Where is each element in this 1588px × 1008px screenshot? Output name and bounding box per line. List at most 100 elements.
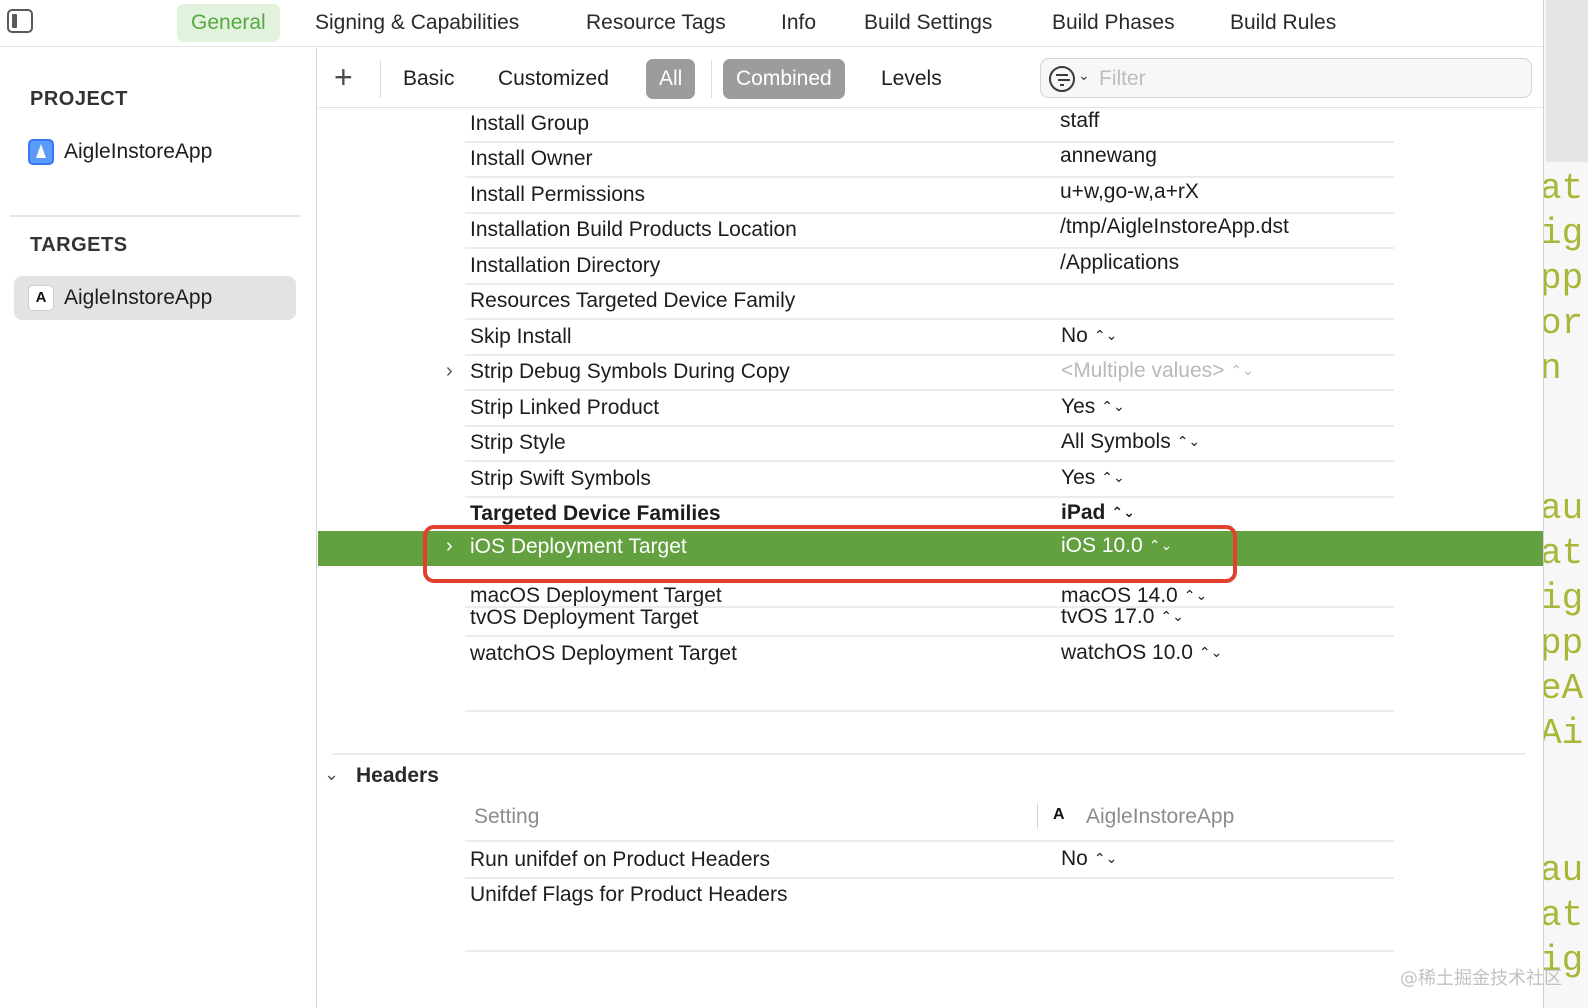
sidebar-divider (10, 215, 301, 217)
tab-info[interactable]: Info (781, 4, 816, 42)
code-fragment: or (1543, 303, 1584, 344)
row-separator (465, 176, 1394, 178)
up-down-arrows-icon: ⌃⌄ (1093, 850, 1118, 866)
setting-value-popup[interactable]: All Symbols ⌃⌄ (1061, 430, 1200, 454)
add-setting-button[interactable]: + (334, 61, 353, 93)
filter-search-field[interactable]: ⌄ (1040, 58, 1532, 98)
xcode-project-icon (28, 139, 54, 165)
setting-name: Install Permissions (470, 183, 646, 206)
setting-name: tvOS Deployment Target (470, 606, 699, 629)
setting-value-popup[interactable]: Yes ⌃⌄ (1061, 395, 1125, 419)
view-combined[interactable]: Combined (723, 59, 845, 99)
tab-signing-capabilities[interactable]: Signing & Capabilities (315, 4, 519, 42)
scroll-area (1546, 0, 1588, 162)
code-fragment: ig (1543, 213, 1584, 254)
setting-row-install-group[interactable]: Install Group staff (318, 108, 1543, 143)
setting-value-popup[interactable]: Yes ⌃⌄ (1061, 466, 1125, 490)
tab-build-rules[interactable]: Build Rules (1230, 4, 1336, 42)
sidebar-item-project[interactable]: AigleInstoreApp (14, 130, 296, 174)
code-fragment: at (1543, 895, 1584, 936)
setting-value[interactable]: /Applications (1060, 251, 1179, 275)
setting-row-strip-style[interactable]: Strip Style All Symbols ⌃⌄ (318, 427, 1543, 462)
setting-value: No (1061, 847, 1088, 870)
section-end-line (465, 710, 1394, 712)
column-header-setting: Setting (474, 805, 540, 828)
section-collapse-chevron-icon[interactable]: ⌄ (324, 764, 339, 785)
filter-all[interactable]: All (646, 59, 696, 99)
code-fragment: pp (1543, 258, 1584, 299)
setting-name: Install Owner (470, 147, 593, 170)
row-separator (465, 247, 1394, 249)
setting-row-run-unifdef[interactable]: Run unifdef on Product Headers No ⌃⌄ (318, 844, 1543, 879)
setting-value-popup[interactable]: No ⌃⌄ (1061, 847, 1117, 871)
targets-heading: TARGETS (30, 234, 128, 256)
tab-resource-tags[interactable]: Resource Tags (586, 4, 726, 42)
setting-row-strip-swift-symbols[interactable]: Strip Swift Symbols Yes ⌃⌄ (318, 463, 1543, 498)
headers-section-title[interactable]: Headers (356, 764, 439, 788)
tab-general[interactable]: General (177, 4, 280, 42)
tab-build-phases[interactable]: Build Phases (1052, 4, 1175, 42)
filter-customized[interactable]: Customized (498, 59, 609, 99)
setting-name: Strip Swift Symbols (470, 467, 651, 490)
setting-value[interactable]: u+w,go-w,a+rX (1060, 180, 1199, 204)
code-fragment: pp (1543, 623, 1584, 664)
view-levels[interactable]: Levels (881, 59, 942, 99)
up-down-arrows-icon: ⌃⌄ (1198, 644, 1223, 660)
setting-row-unifdef-flags[interactable]: Unifdef Flags for Product Headers (318, 879, 1543, 914)
setting-value-popup[interactable]: watchOS 10.0 ⌃⌄ (1061, 641, 1222, 665)
setting-name: Install Group (470, 112, 590, 135)
up-down-arrows-icon: ⌃⌄ (1093, 327, 1118, 343)
project-navigator-sidebar: PROJECT AigleInstoreApp TARGETS A AigleI… (0, 48, 317, 1008)
filter-basic[interactable]: Basic (403, 59, 454, 99)
setting-row-tvos-deployment-target[interactable]: tvOS Deployment Target tvOS 17.0 ⌃⌄ (318, 602, 1543, 637)
setting-row-install-directory[interactable]: Installation Directory /Applications (318, 250, 1543, 285)
filter-options-icon[interactable] (1049, 66, 1075, 92)
sidebar-toggle-icon[interactable] (7, 9, 33, 33)
section-end-line (465, 950, 1394, 952)
row-separator (465, 460, 1394, 462)
setting-value: No (1061, 324, 1088, 347)
build-settings-filter-bar: + Basic Customized All Combined Levels ⌄ (318, 48, 1543, 108)
setting-row-install-permissions[interactable]: Install Permissions u+w,go-w,a+rX (318, 179, 1543, 214)
setting-value[interactable]: annewang (1060, 144, 1157, 168)
disclosure-chevron-icon[interactable]: › (446, 360, 453, 383)
tab-build-settings[interactable]: Build Settings (864, 4, 992, 42)
setting-name: Targeted Device Families (470, 502, 721, 525)
setting-value: iPad (1061, 501, 1106, 524)
chevron-down-icon[interactable]: ⌄ (1078, 67, 1090, 84)
project-heading: PROJECT (30, 88, 128, 110)
setting-name: Run unifdef on Product Headers (470, 848, 771, 871)
sidebar-item-target[interactable]: A AigleInstoreApp (14, 276, 296, 320)
column-separator (1037, 803, 1038, 829)
setting-name: Strip Style (470, 431, 566, 454)
up-down-arrows-icon: ⌃⌄ (1183, 587, 1208, 603)
code-fragment: at (1543, 168, 1584, 209)
code-fragment: at (1543, 533, 1584, 574)
setting-value[interactable]: staff (1060, 109, 1099, 133)
watermark-text: @稀土掘金技术社区 (1400, 968, 1562, 989)
setting-row-skip-install[interactable]: Skip Install No ⌃⌄ (318, 321, 1543, 356)
setting-name: Unifdef Flags for Product Headers (470, 883, 788, 906)
setting-value[interactable]: /tmp/AigleInstoreApp.dst (1060, 215, 1289, 239)
code-fragment: au (1543, 850, 1584, 891)
code-fragment: ig (1543, 578, 1584, 619)
setting-row-watchos-deployment-target[interactable]: watchOS Deployment Target watchOS 10.0 ⌃⌄ (318, 638, 1543, 673)
setting-value: Yes (1061, 395, 1096, 418)
code-fragment: Ai (1543, 713, 1584, 754)
setting-value-popup[interactable]: No ⌃⌄ (1061, 324, 1117, 348)
setting-row-strip-debug-symbols[interactable]: › Strip Debug Symbols During Copy <Multi… (318, 356, 1543, 391)
setting-row-strip-linked-product[interactable]: Strip Linked Product Yes ⌃⌄ (318, 392, 1543, 427)
setting-value-popup[interactable]: tvOS 17.0 ⌃⌄ (1061, 605, 1184, 629)
up-down-arrows-icon: ⌃⌄ (1230, 362, 1254, 378)
code-fragment: eA (1543, 668, 1584, 709)
build-settings-list: Install Group staff Install Owner annewa… (318, 108, 1543, 1008)
setting-value-popup[interactable]: iPad ⌃⌄ (1061, 501, 1135, 525)
setting-value-popup[interactable]: <Multiple values> ⌃⌄ (1061, 359, 1254, 383)
setting-row-resources-device-family[interactable]: Resources Targeted Device Family (318, 285, 1543, 320)
setting-row-install-location[interactable]: Installation Build Products Location /tm… (318, 214, 1543, 249)
setting-row-install-owner[interactable]: Install Owner annewang (318, 143, 1543, 178)
up-down-arrows-icon: ⌃⌄ (1101, 398, 1125, 414)
setting-name: Strip Linked Product (470, 396, 660, 419)
filter-input[interactable] (1099, 65, 1519, 93)
setting-value: Yes (1061, 466, 1096, 489)
